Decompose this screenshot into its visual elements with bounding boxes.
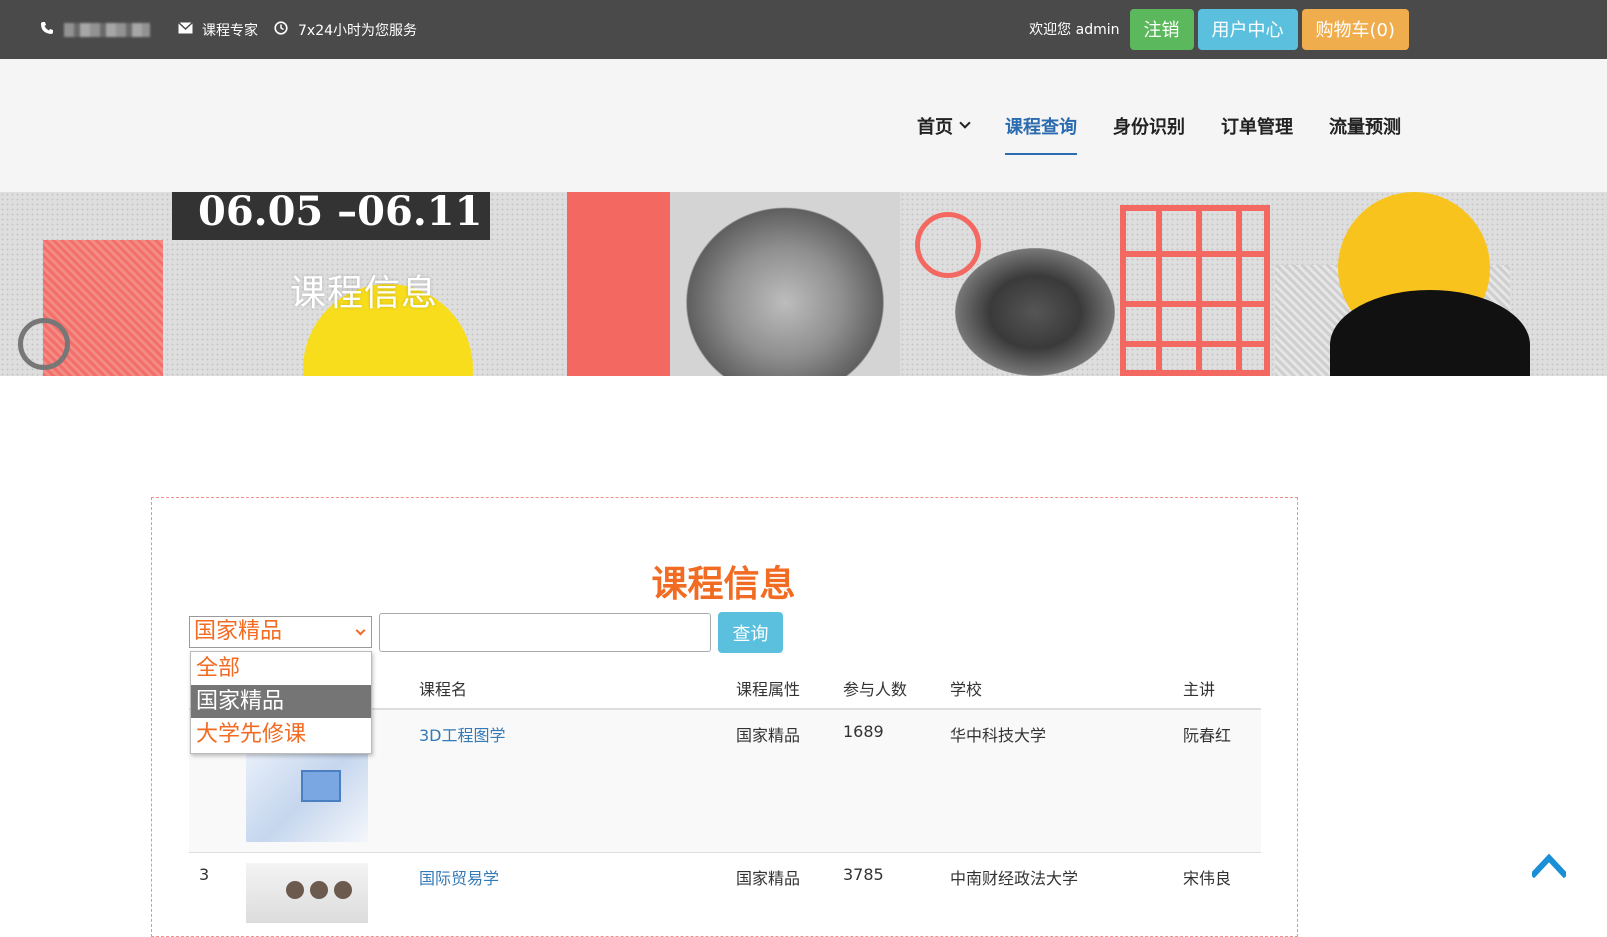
thumbnail-screen <box>301 770 341 802</box>
col-teacher: 主讲 <box>1183 680 1216 699</box>
course-thumbnail[interactable] <box>246 750 368 842</box>
course-thumbnail[interactable] <box>246 863 368 923</box>
col-school: 学校 <box>950 680 983 699</box>
top-bar: 课程专家 7x24小时为您服务 欢迎您 admin 注销 用户中心 购物车(0) <box>0 0 1607 59</box>
logout-button[interactable]: 注销 <box>1129 8 1194 50</box>
phone-item <box>38 21 162 39</box>
table-row: 3 国际贸易学 国家精品 3785 中南财经政法大学 宋伟良 <box>189 853 1261 923</box>
rock-image <box>955 248 1115 376</box>
course-name-link[interactable]: 3D工程图学 <box>419 722 506 746</box>
nav-orders[interactable]: 订单管理 <box>1221 59 1293 192</box>
clock-icon <box>272 20 290 39</box>
category-select[interactable]: 国家精品 <box>189 616 372 648</box>
user-center-button[interactable]: 用户中心 <box>1197 8 1298 50</box>
course-attr: 国家精品 <box>736 726 801 745</box>
search-button[interactable]: 查询 <box>718 612 783 653</box>
row-index: 3 <box>199 865 210 884</box>
confucius-image <box>670 192 900 376</box>
hero-banner: 06.05 –06.11 课程信息 <box>0 192 1607 376</box>
chevron-down-icon <box>959 117 971 129</box>
banner-lattice <box>1120 205 1270 376</box>
phone-number-redacted <box>64 22 150 37</box>
course-school: 华中科技大学 <box>950 726 1047 745</box>
col-attr: 课程属性 <box>736 680 801 699</box>
welcome-text: 欢迎您 admin <box>1029 22 1120 38</box>
person-image <box>334 881 352 899</box>
expert-label: 课程专家 <box>202 22 258 39</box>
person-image <box>286 881 304 899</box>
nav-home-label: 首页 <box>917 116 953 138</box>
course-name-link[interactable]: 国际贸易学 <box>419 865 499 889</box>
course-count: 3785 <box>843 865 884 884</box>
category-option-national[interactable]: 国家精品 <box>191 685 371 718</box>
phone-icon <box>38 21 56 39</box>
course-attr: 国家精品 <box>736 869 801 888</box>
course-teacher: 阮春红 <box>1183 726 1232 745</box>
course-teacher: 宋伟良 <box>1183 869 1232 888</box>
banner-red-column <box>567 192 682 376</box>
category-option-advanced[interactable]: 大学先修课 <box>191 718 371 751</box>
nav-course-query[interactable]: 课程查询 <box>1005 59 1077 192</box>
course-school: 中南财经政法大学 <box>950 869 1079 888</box>
section-title: 课程信息 <box>651 564 796 605</box>
mail-icon <box>176 21 194 38</box>
course-count: 1689 <box>843 722 884 741</box>
banner-date: 06.05 –06.11 <box>172 192 490 240</box>
nav-identity[interactable]: 身份识别 <box>1113 59 1185 192</box>
cart-button[interactable]: 购物车(0) <box>1301 8 1409 50</box>
chevron-down-icon <box>355 625 366 636</box>
category-option-all[interactable]: 全部 <box>191 652 371 685</box>
contact-info: 课程专家 7x24小时为您服务 <box>38 0 431 59</box>
nav-traffic[interactable]: 流量预测 <box>1329 59 1401 192</box>
banner-title: 课程信息 <box>290 273 439 314</box>
main-navbar: 首页 课程查询 身份识别 订单管理 流量预测 <box>0 59 1607 192</box>
service-label: 7x24小时为您服务 <box>298 22 418 39</box>
col-count: 参与人数 <box>843 680 908 699</box>
col-name: 课程名 <box>419 680 468 699</box>
expert-item: 课程专家 <box>176 20 258 40</box>
nav-home[interactable]: 首页 <box>917 59 971 192</box>
seal-left-icon <box>18 318 70 370</box>
user-actions: 欢迎您 admin 注销 用户中心 购物车(0) <box>1029 8 1409 50</box>
person-image <box>310 881 328 899</box>
category-dropdown: 全部 国家精品 大学先修课 <box>190 651 372 754</box>
search-input[interactable] <box>379 613 711 652</box>
main-nav: 首页 课程查询 身份识别 订单管理 流量预测 <box>881 59 1401 192</box>
back-to-top-icon[interactable] <box>1529 850 1569 884</box>
service-item: 7x24小时为您服务 <box>272 20 417 40</box>
category-select-value: 国家精品 <box>194 619 283 644</box>
